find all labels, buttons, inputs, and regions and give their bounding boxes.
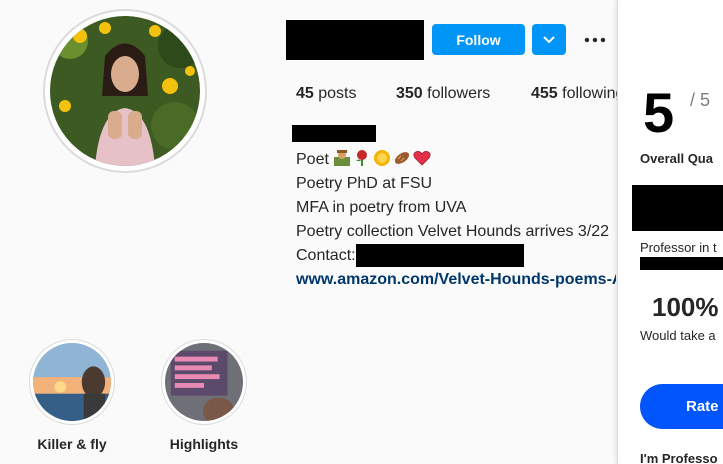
username-redacted: [286, 20, 424, 60]
claim-professor-text[interactable]: I'm Professo: [640, 451, 718, 464]
bio-line-poet: Poet: [296, 148, 616, 172]
farmer-emoji-icon: [334, 150, 351, 166]
profile-avatar-ring[interactable]: [43, 9, 207, 173]
posts-label: posts: [318, 85, 357, 102]
following-label: following: [562, 85, 625, 102]
profile-avatar: [50, 16, 200, 166]
posts-count: 45: [296, 85, 314, 102]
highlight-label: Highlights: [169, 436, 239, 452]
heart-emoji-icon: [413, 151, 431, 166]
coin-emoji-icon: [374, 150, 391, 166]
highlight-cover-book: [165, 343, 243, 421]
would-take-again-percent: 100%: [652, 292, 719, 322]
overall-quality-label: Overall Qua: [640, 151, 713, 166]
followers-stat[interactable]: 350 followers: [396, 85, 490, 103]
rose-emoji-icon: [356, 150, 368, 166]
bread-emoji-icon: [395, 152, 410, 164]
suggestions-dropdown-button[interactable]: [532, 24, 566, 55]
highlight-killer-fly[interactable]: Killer & fly: [29, 339, 115, 452]
professor-name-redacted: [632, 185, 723, 231]
follow-button[interactable]: Follow: [432, 24, 525, 55]
highlight-label: Killer & fly: [37, 436, 107, 452]
contact-label: Contact:: [296, 247, 356, 264]
bio-line-collection: Poetry collection Velvet Hounds arrives …: [296, 223, 610, 240]
professor-role-text: Professor in t: [640, 240, 717, 255]
would-take-again-label: Would take a: [640, 328, 716, 343]
department-redacted: [640, 257, 723, 270]
highlight-cover-ring: [29, 339, 115, 425]
bio-line-mfa: MFA in poetry from UVA: [296, 199, 467, 216]
highlight-cover-ring: [161, 339, 247, 425]
chevron-down-icon: [543, 35, 555, 43]
score-out-of: / 5: [690, 90, 711, 110]
rmp-overlay-panel: 5 / 5 Overall Qua Professor in t 100% Wo…: [617, 0, 723, 464]
profile-bio: Poet Poetry PhD at FSU MFA in poetry fro…: [296, 148, 616, 292]
bio-website-link[interactable]: www.amazon.com/Velvet-Hounds-poems-Ak: [296, 268, 616, 292]
bio-line-phd: Poetry PhD at FSU: [296, 175, 433, 192]
full-name-redacted: [292, 125, 376, 142]
contact-redacted: [356, 244, 524, 267]
posts-stat: 45 posts: [296, 85, 357, 103]
following-count: 455: [531, 85, 558, 102]
followers-label: followers: [427, 85, 491, 102]
following-stat[interactable]: 455 following: [531, 85, 624, 103]
highlight-highlights[interactable]: Highlights: [161, 339, 247, 452]
highlight-cover-sunset: [33, 343, 111, 421]
more-dots-icon: [584, 37, 606, 42]
overall-score: 5: [643, 81, 674, 144]
followers-count: 350: [396, 85, 423, 102]
bio-poet-text: Poet: [296, 151, 329, 168]
rate-button[interactable]: Rate: [640, 384, 723, 429]
more-options-button[interactable]: [580, 24, 610, 55]
